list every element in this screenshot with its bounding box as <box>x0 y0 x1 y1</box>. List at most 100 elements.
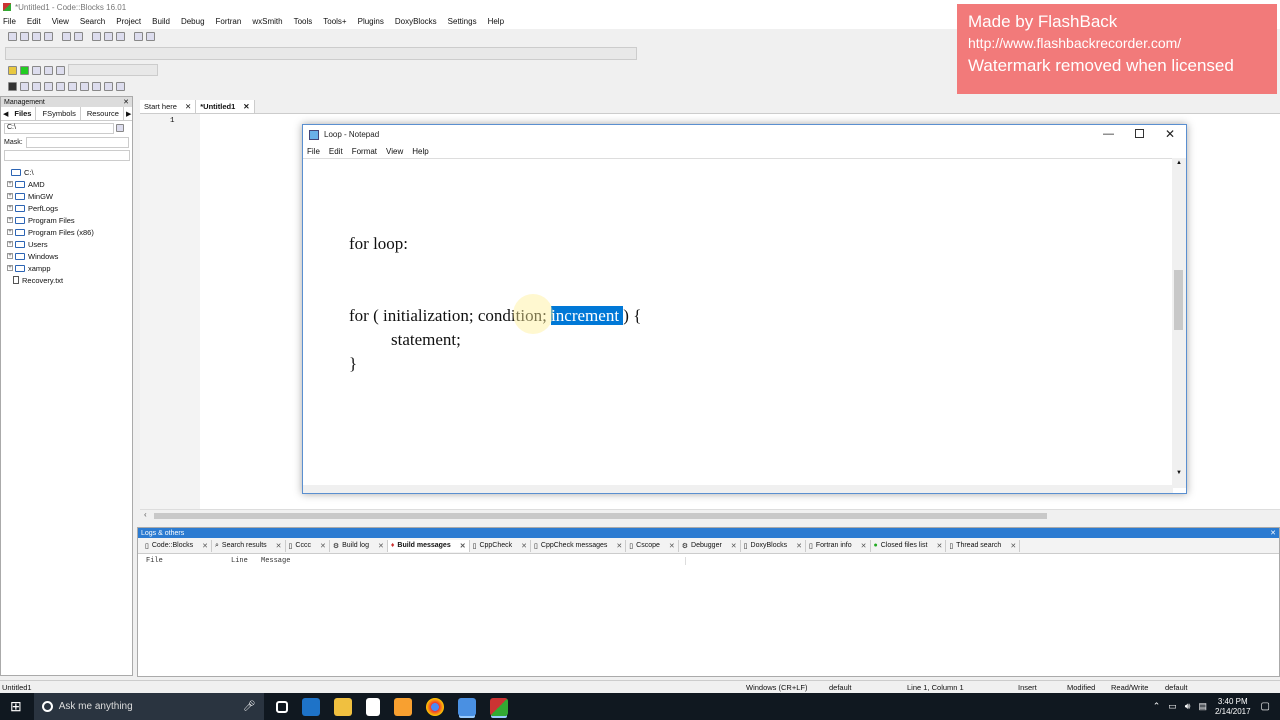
find-icon[interactable] <box>134 32 143 41</box>
tab-build-messages[interactable]: ♦ Build messages ✕ <box>387 539 470 552</box>
tab-debugger[interactable]: ⚙ Debugger ✕ <box>679 539 741 552</box>
notepad-text-area[interactable]: for loop: for ( initialization; conditio… <box>303 158 1173 486</box>
cortana-search-box[interactable]: Ask me anything 🎤︎ <box>33 693 264 720</box>
notepad-taskbar-icon[interactable] <box>457 697 476 716</box>
menu-edit[interactable]: Edit <box>27 17 41 26</box>
tab-files[interactable]: Files <box>10 107 37 120</box>
tab-doxyblocks[interactable]: ▯ DoxyBlocks ✕ <box>741 539 806 552</box>
tree-item-windows[interactable]: + Windows <box>7 250 132 262</box>
menu-help[interactable]: Help <box>488 17 504 26</box>
path-combo[interactable]: C:\ <box>4 122 114 134</box>
close-icon[interactable]: ✕ <box>669 542 675 550</box>
replace-icon[interactable] <box>146 32 155 41</box>
redo-icon[interactable] <box>74 32 83 41</box>
scroll-up-icon[interactable]: ▲ <box>1176 160 1182 166</box>
break-icon[interactable] <box>80 81 89 91</box>
rebuild-icon[interactable] <box>44 65 53 75</box>
step-out-icon[interactable] <box>56 81 65 91</box>
tree-item-users[interactable]: + Users <box>7 238 132 250</box>
tree-item-perflogs[interactable]: + PerfLogs <box>7 202 132 214</box>
step-into-icon[interactable] <box>44 81 53 91</box>
tree-item-program-files[interactable]: + Program Files <box>7 214 132 226</box>
code-completion-combo[interactable] <box>5 47 637 60</box>
close-icon[interactable]: ✕ <box>320 542 326 550</box>
close-icon[interactable]: ✕ <box>276 542 282 550</box>
close-icon[interactable]: ✕ <box>202 542 208 550</box>
maximize-icon[interactable] <box>1135 129 1144 138</box>
filter-combo[interactable] <box>4 150 130 161</box>
build-icon[interactable] <box>8 65 17 75</box>
close-icon[interactable]: ✕ <box>185 102 191 111</box>
minimize-icon[interactable]: — <box>1103 128 1114 140</box>
close-icon[interactable]: ✕ <box>861 542 867 550</box>
scrollbar-thumb[interactable] <box>1174 270 1183 330</box>
task-view-icon[interactable] <box>275 700 288 713</box>
notepad-menu-view[interactable]: View <box>386 147 403 156</box>
codeblocks-taskbar-icon[interactable] <box>489 697 508 716</box>
tab-fortran-info[interactable]: ▯ Fortran info ✕ <box>806 539 871 552</box>
tree-item-amd[interactable]: + AMD <box>7 178 132 190</box>
column-line[interactable]: Line <box>231 557 261 565</box>
tab-fsymbols[interactable]: FSymbols <box>38 107 81 120</box>
tab-build-log[interactable]: ⚙ Build log ✕ <box>330 539 388 552</box>
edge-icon[interactable] <box>301 697 320 716</box>
menu-tools[interactable]: Tools <box>294 17 313 26</box>
expand-icon[interactable]: + <box>7 241 13 247</box>
scrollbar-thumb[interactable] <box>154 513 1047 519</box>
scroll-down-icon[interactable]: ▼ <box>1176 470 1182 476</box>
paste-icon[interactable] <box>116 32 125 41</box>
tab-untitled1[interactable]: *Untitled1 ✕ <box>196 99 255 113</box>
file-explorer-icon[interactable] <box>333 697 352 716</box>
close-icon[interactable]: ✕ <box>1165 127 1175 141</box>
tree-item-root[interactable]: C:\ <box>7 166 132 178</box>
close-icon[interactable]: ✕ <box>796 542 802 550</box>
debug-continue-icon[interactable] <box>8 81 17 91</box>
stop-debugger-icon[interactable] <box>92 81 101 91</box>
volume-icon[interactable]: 🔊︎ <box>1185 701 1191 712</box>
tab-thread-search[interactable]: ▯ Thread search ✕ <box>946 539 1021 552</box>
menu-search[interactable]: Search <box>80 17 105 26</box>
menu-doxyblocks[interactable]: DoxyBlocks <box>395 17 437 26</box>
notepad-menu-file[interactable]: File <box>307 147 320 156</box>
sketch-app-icon[interactable] <box>393 697 412 716</box>
tabs-left-arrow-icon[interactable]: ◀ <box>3 110 8 118</box>
tree-item-mingw[interactable]: + MinGW <box>7 190 132 202</box>
tab-cppcheck[interactable]: ▯ CppCheck ✕ <box>470 539 532 552</box>
open-icon[interactable] <box>20 32 29 41</box>
expand-icon[interactable]: + <box>7 181 13 187</box>
menu-file[interactable]: File <box>3 17 16 26</box>
close-icon[interactable]: ✕ <box>1270 529 1276 537</box>
windows-start-icon[interactable]: ⊞ <box>10 698 22 715</box>
save-all-icon[interactable] <box>44 32 53 41</box>
new-file-icon[interactable] <box>8 32 17 41</box>
notepad-horizontal-scrollbar[interactable] <box>303 485 1173 493</box>
close-icon[interactable]: ✕ <box>521 542 527 550</box>
run-to-cursor-icon[interactable] <box>20 81 29 91</box>
notifications-icon[interactable]: ▢ <box>1261 701 1270 712</box>
tab-cppcheck-messages[interactable]: ▯ CppCheck messages ✕ <box>531 539 627 552</box>
debug-info-icon[interactable] <box>116 81 125 91</box>
tab-start-here[interactable]: Start here ✕ <box>140 99 197 113</box>
close-icon[interactable]: ✕ <box>123 98 129 106</box>
close-icon[interactable]: ✕ <box>378 542 384 550</box>
close-icon[interactable]: ✕ <box>936 542 942 550</box>
build-run-icon[interactable] <box>32 65 41 75</box>
close-icon[interactable]: ✕ <box>731 542 737 550</box>
expand-icon[interactable]: + <box>7 229 13 235</box>
menu-build[interactable]: Build <box>152 17 170 26</box>
next-instruction-icon[interactable] <box>68 81 77 91</box>
expand-icon[interactable]: + <box>7 265 13 271</box>
cut-icon[interactable] <box>92 32 101 41</box>
tree-item-program-files-x86[interactable]: + Program Files (x86) <box>7 226 132 238</box>
tab-codeblocks-log[interactable]: ▯ Code::Blocks ✕ <box>142 539 212 552</box>
menu-debug[interactable]: Debug <box>181 17 205 26</box>
menu-project[interactable]: Project <box>116 17 141 26</box>
close-icon[interactable]: ✕ <box>460 542 466 550</box>
microphone-icon[interactable]: 🎤︎ <box>243 701 256 712</box>
tab-resources[interactable]: Resource <box>83 107 124 120</box>
tab-cccc[interactable]: ▯ Cccc ✕ <box>286 539 330 552</box>
tab-cscope[interactable]: ▯ Cscope ✕ <box>626 539 679 552</box>
menu-settings[interactable]: Settings <box>448 17 477 26</box>
language-icon[interactable]: ▤ <box>1198 701 1207 712</box>
mask-combo[interactable] <box>25 136 129 148</box>
